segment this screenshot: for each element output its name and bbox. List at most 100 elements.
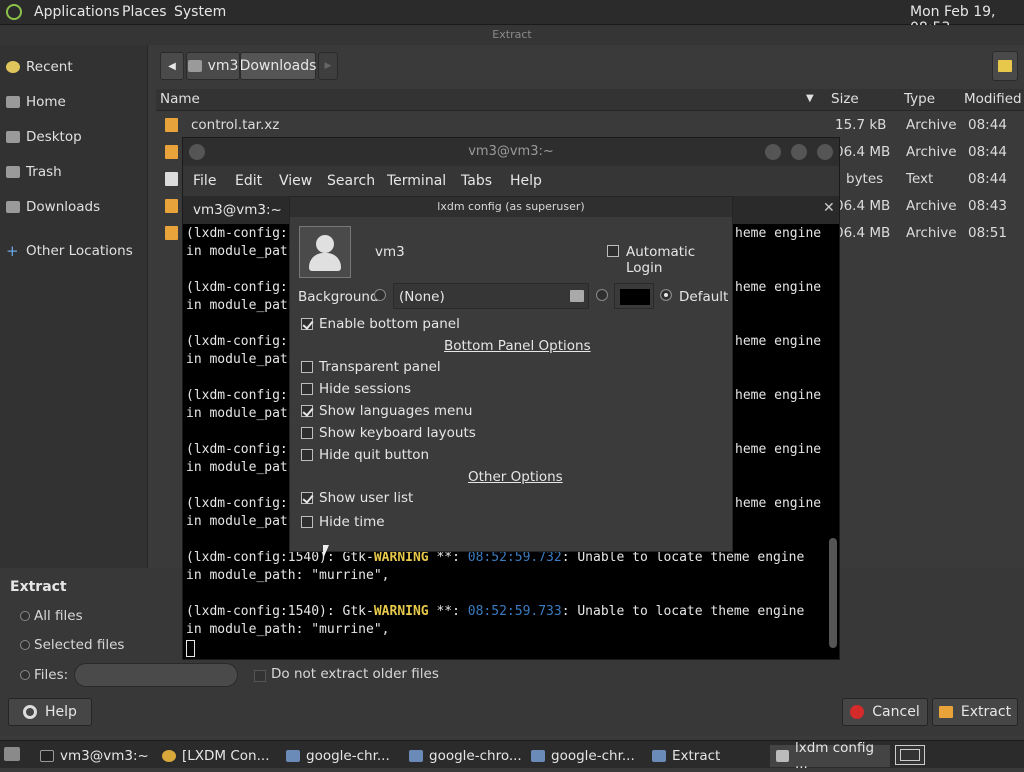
color-picker-button[interactable] — [614, 283, 654, 309]
user-silhouette-icon — [316, 235, 334, 253]
sidebar-item-home[interactable]: Home — [6, 94, 66, 110]
terminal-title[interactable]: vm3@vm3:~ — [183, 138, 839, 166]
files-pattern-input[interactable] — [74, 663, 238, 687]
terminal-line: in module_path — [186, 460, 296, 475]
taskbar-item-terminal[interactable]: vm3@vm3:~ — [40, 745, 149, 767]
enable-bottom-panel-label[interactable]: Enable bottom panel — [319, 316, 460, 332]
mouse-pointer-icon — [323, 545, 329, 559]
username-label: vm3 — [375, 244, 405, 260]
window-icon — [776, 750, 789, 762]
all-files-label[interactable]: All files — [34, 608, 83, 624]
hide-sessions-label[interactable]: Hide sessions — [319, 381, 411, 397]
column-type[interactable]: Type — [904, 91, 935, 107]
workspace-switcher[interactable] — [895, 745, 925, 765]
taskbar-item-google-chrome-1[interactable]: google-chr... — [286, 745, 390, 767]
menu-edit[interactable]: Edit — [235, 173, 262, 189]
path-back-button[interactable]: ◀ — [160, 52, 184, 80]
terminal-scrollbar[interactable] — [829, 538, 837, 648]
terminal-line: in module_path: "murrine", — [186, 568, 390, 583]
selected-files-radio[interactable] — [20, 640, 30, 650]
workspace-1[interactable] — [900, 749, 920, 761]
applications-menu[interactable]: Applications — [34, 4, 120, 20]
extract-button[interactable]: Extract — [932, 698, 1018, 726]
archive-icon — [165, 145, 178, 159]
do-not-extract-older-label[interactable]: Do not extract older files — [271, 666, 439, 682]
terminal-menubar: File Edit View Search Terminal Tabs Help — [183, 166, 839, 196]
terminal-tab[interactable]: vm3@vm3:~ — [193, 202, 282, 218]
menu-search[interactable]: Search — [327, 173, 375, 189]
new-folder-button[interactable] — [992, 51, 1018, 81]
places-menu[interactable]: Places — [122, 4, 167, 20]
hide-time-label[interactable]: Hide time — [319, 514, 385, 530]
show-keyboard-layouts-checkbox[interactable] — [301, 427, 313, 439]
sidebar-item-other-locations[interactable]: + Other Locations — [6, 242, 133, 260]
sidebar-item-desktop[interactable]: Desktop — [6, 129, 82, 145]
terminal-line: heme engine — [735, 334, 822, 349]
automatic-login-label[interactable]: Automatic Login — [626, 244, 732, 276]
extract-button-label: Extract — [960, 704, 1012, 720]
distro-logo-icon[interactable] — [6, 4, 22, 20]
hide-quit-button-checkbox[interactable] — [301, 449, 313, 461]
cancel-button[interactable]: Cancel — [842, 698, 928, 726]
file-type: Text — [906, 171, 934, 187]
hide-time-checkbox[interactable] — [301, 516, 313, 528]
show-user-list-checkbox[interactable] — [301, 492, 313, 504]
automatic-login-checkbox[interactable] — [607, 245, 619, 257]
transparent-panel-checkbox[interactable] — [301, 361, 313, 373]
files-radio[interactable] — [20, 670, 30, 680]
background-color-radio[interactable] — [596, 289, 608, 301]
column-size[interactable]: Size — [831, 91, 859, 107]
show-languages-menu-checkbox[interactable] — [301, 405, 313, 417]
user-avatar-button[interactable] — [299, 226, 351, 278]
hide-quit-button-label[interactable]: Hide quit button — [319, 447, 429, 463]
file-row[interactable]: control.tar.xz 15.7 kB Archive 08:44 — [156, 112, 1024, 139]
show-user-list-label[interactable]: Show user list — [319, 490, 413, 506]
taskbar-item-lxdm-config[interactable]: lxdm config ... — [770, 740, 890, 772]
default-background-radio[interactable] — [660, 289, 672, 301]
menu-help[interactable]: Help — [510, 173, 542, 189]
column-name[interactable]: Name — [160, 91, 200, 107]
maximize-icon[interactable] — [791, 144, 807, 160]
background-file-chooser[interactable]: (None) — [393, 283, 589, 309]
folder-icon — [6, 201, 20, 213]
do-not-extract-older-checkbox[interactable] — [254, 670, 266, 682]
column-modified[interactable]: Modified — [964, 91, 1022, 107]
default-label[interactable]: Default — [679, 289, 728, 305]
path-segment-vm3[interactable]: vm3 — [186, 52, 240, 80]
help-button[interactable]: Help — [8, 698, 92, 726]
window-menu-icon[interactable] — [189, 144, 205, 160]
transparent-panel-label[interactable]: Transparent panel — [319, 359, 441, 375]
file-list-header: Name ▼ Size Type Modified — [156, 89, 1024, 111]
all-files-radio[interactable] — [20, 611, 30, 621]
home-icon — [6, 96, 20, 108]
file-type: Archive — [906, 225, 957, 241]
enable-bottom-panel-checkbox[interactable] — [301, 318, 313, 330]
show-desktop-icon[interactable] — [4, 747, 20, 761]
sidebar-item-trash[interactable]: Trash — [6, 164, 62, 180]
taskbar-item-extract[interactable]: Extract — [652, 745, 720, 767]
sidebar-item-downloads[interactable]: Downloads — [6, 199, 100, 215]
close-icon[interactable] — [817, 144, 833, 160]
path-segment-downloads[interactable]: Downloads — [240, 52, 316, 80]
menu-file[interactable]: File — [193, 173, 216, 189]
taskbar-item-google-chrome-2[interactable]: google-chro... — [409, 745, 522, 767]
path-forward-button[interactable]: ▶ — [318, 52, 338, 80]
taskbar-item-google-chrome-3[interactable]: google-chr... — [531, 745, 635, 767]
menu-tabs[interactable]: Tabs — [461, 173, 492, 189]
sidebar-item-recent[interactable]: Recent — [6, 59, 73, 75]
archive-icon — [938, 706, 953, 718]
taskbar-item-lxdm-conf-browser[interactable]: [LXDM Con... — [162, 745, 270, 767]
dialog-title[interactable]: lxdm config (as superuser) — [290, 197, 732, 217]
show-languages-menu-label[interactable]: Show languages menu — [319, 403, 472, 419]
menu-terminal[interactable]: Terminal — [387, 173, 446, 189]
show-keyboard-layouts-label[interactable]: Show keyboard layouts — [319, 425, 476, 441]
system-menu[interactable]: System — [174, 4, 226, 20]
menu-view[interactable]: View — [279, 173, 312, 189]
selected-files-label[interactable]: Selected files — [34, 637, 124, 653]
minimize-icon[interactable] — [765, 144, 781, 160]
taskbar-item-label: google-chr... — [551, 748, 635, 764]
hide-sessions-checkbox[interactable] — [301, 383, 313, 395]
background-file-radio[interactable] — [374, 289, 386, 301]
close-tab-icon[interactable]: ✕ — [823, 200, 835, 216]
sort-down-icon[interactable]: ▼ — [806, 93, 814, 104]
